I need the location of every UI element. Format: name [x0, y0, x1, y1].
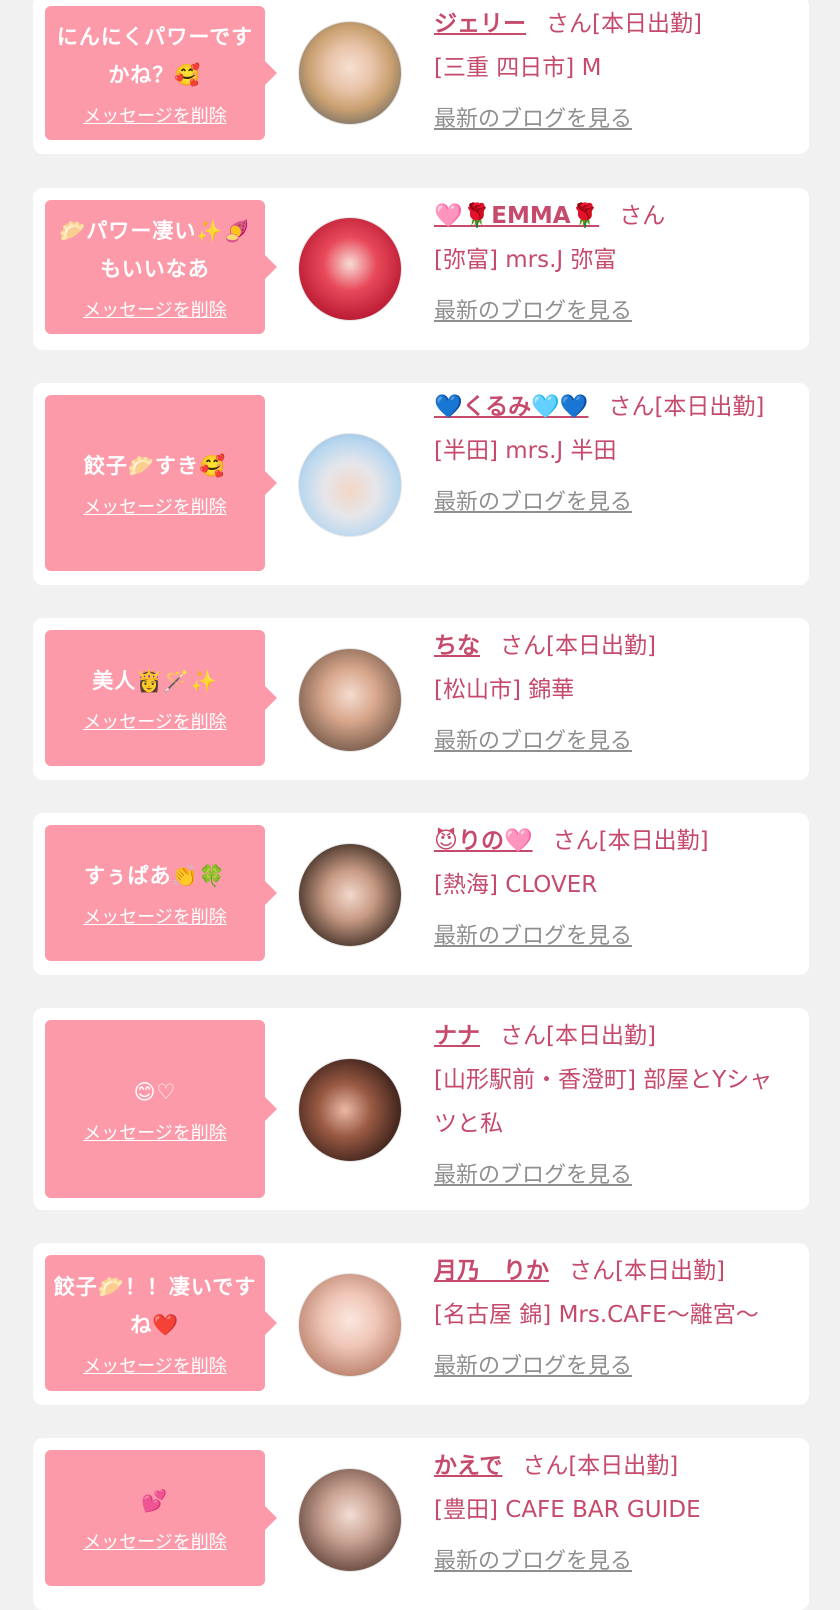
message-card: 🥟パワー凄い✨🍠もいいなあ メッセージを削除 🩷🌹EMMA🌹 さん [弥富] mr…	[33, 188, 809, 350]
profile-info: 🩷🌹EMMA🌹 さん [弥富] mrs.J 弥富 最新のブログを見る	[434, 194, 784, 334]
attendance-status: さん[本日出勤]	[500, 1023, 656, 1049]
girl-name-link[interactable]: 💙くるみ🩵💙	[434, 394, 588, 420]
attendance-status: さん[本日出勤]	[500, 633, 656, 659]
message-text: 🥟パワー凄い✨🍠もいいなあ	[59, 219, 251, 281]
message-card: 美人👸🪄✨ メッセージを削除 ちな さん[本日出勤] [松山市] 錦華 最新のブロ…	[33, 618, 809, 780]
message-bubble: 😊♡ メッセージを削除	[45, 1020, 277, 1198]
message-bubble: にんにくパワーですかね？🥰 メッセージを削除	[45, 6, 277, 140]
delete-message-link[interactable]: メッセージを削除	[83, 493, 227, 519]
girl-name-link[interactable]: ちな	[434, 633, 480, 659]
message-text: 餃子🥟すき🥰	[83, 454, 227, 478]
avatar[interactable]	[298, 217, 402, 321]
latest-blog-link[interactable]: 最新のブログを見る	[434, 1154, 784, 1198]
message-bubble: 💕 メッセージを削除	[45, 1450, 277, 1586]
message-card: 餃子🥟！！凄いですね❤️ メッセージを削除 月乃 りか さん[本日出勤] [名古屋…	[33, 1243, 809, 1405]
message-text: にんにくパワーですかね？🥰	[56, 25, 254, 87]
message-card: 餃子🥟すき🥰 メッセージを削除 💙くるみ🩵💙 さん[本日出勤] [半田] mrs.…	[33, 383, 809, 585]
girl-name-link[interactable]: 🩷🌹EMMA🌹	[434, 203, 599, 229]
profile-info: 月乃 りか さん[本日出勤] [名古屋 錦] Mrs.CAFE〜離宮〜 最新のブロ…	[434, 1249, 784, 1389]
delete-message-link[interactable]: メッセージを削除	[83, 1119, 227, 1145]
girl-name-link[interactable]: かえで	[434, 1453, 502, 1479]
message-bubble: 美人👸🪄✨ メッセージを削除	[45, 630, 277, 766]
avatar[interactable]	[298, 21, 402, 125]
message-bubble: 🥟パワー凄い✨🍠もいいなあ メッセージを削除	[45, 200, 277, 334]
message-bubble: すぅぱあ👏🍀 メッセージを削除	[45, 825, 277, 961]
message-text: 💕	[141, 1489, 169, 1513]
avatar[interactable]	[298, 1273, 402, 1377]
profile-info: ナナ さん[本日出勤] [山形駅前・香澄町] 部屋とYシャツと私 最新のブログを見…	[434, 1014, 784, 1198]
shop-location: [豊田] CAFE BAR GUIDE	[434, 1497, 701, 1523]
avatar[interactable]	[298, 1058, 402, 1162]
shop-location: [三重 四日市] M	[434, 55, 602, 81]
attendance-status: さん	[619, 203, 666, 229]
message-text: 美人👸🪄✨	[92, 669, 218, 693]
message-card: 😊♡ メッセージを削除 ナナ さん[本日出勤] [山形駅前・香澄町] 部屋とYシャ…	[33, 1008, 809, 1210]
message-text: 😊♡	[133, 1080, 177, 1104]
girl-name-link[interactable]: 😈りの🩷	[434, 828, 533, 854]
shop-location: [名古屋 錦] Mrs.CAFE〜離宮〜	[434, 1302, 759, 1328]
shop-location: [山形駅前・香澄町] 部屋とYシャツと私	[434, 1067, 773, 1137]
delete-message-link[interactable]: メッセージを削除	[83, 102, 227, 128]
avatar[interactable]	[298, 843, 402, 947]
latest-blog-link[interactable]: 最新のブログを見る	[434, 720, 784, 764]
attendance-status: さん[本日出勤]	[569, 1258, 725, 1284]
delete-message-link[interactable]: メッセージを削除	[83, 1528, 227, 1554]
shop-location: [熱海] CLOVER	[434, 872, 598, 898]
shop-location: [松山市] 錦華	[434, 677, 575, 703]
message-bubble: 餃子🥟すき🥰 メッセージを削除	[45, 395, 277, 571]
delete-message-link[interactable]: メッセージを削除	[83, 903, 227, 929]
avatar[interactable]	[298, 648, 402, 752]
profile-info: ちな さん[本日出勤] [松山市] 錦華 最新のブログを見る	[434, 624, 784, 764]
girl-name-link[interactable]: 月乃 りか	[434, 1258, 549, 1284]
profile-info: ジェリー さん[本日出勤] [三重 四日市] M 最新のブログを見る	[434, 2, 784, 142]
profile-info: 😈りの🩷 さん[本日出勤] [熱海] CLOVER 最新のブログを見る	[434, 819, 784, 959]
girl-name-link[interactable]: ナナ	[434, 1023, 480, 1049]
profile-info: かえで さん[本日出勤] [豊田] CAFE BAR GUIDE 最新のブログを見…	[434, 1444, 784, 1584]
latest-blog-link[interactable]: 最新のブログを見る	[434, 915, 784, 959]
message-text: すぅぱあ👏🍀	[84, 864, 226, 888]
profile-info: 💙くるみ🩵💙 さん[本日出勤] [半田] mrs.J 半田 最新のブログを見る	[434, 385, 784, 525]
shop-location: [弥富] mrs.J 弥富	[434, 247, 617, 273]
message-card: すぅぱあ👏🍀 メッセージを削除 😈りの🩷 さん[本日出勤] [熱海] CLOVER…	[33, 813, 809, 975]
delete-message-link[interactable]: メッセージを削除	[83, 708, 227, 734]
message-card: にんにくパワーですかね？🥰 メッセージを削除 ジェリー さん[本日出勤] [三重 …	[33, 0, 809, 154]
attendance-status: さん[本日出勤]	[522, 1453, 679, 1479]
delete-message-link[interactable]: メッセージを削除	[83, 1352, 227, 1378]
latest-blog-link[interactable]: 最新のブログを見る	[434, 98, 784, 142]
latest-blog-link[interactable]: 最新のブログを見る	[434, 1540, 784, 1584]
latest-blog-link[interactable]: 最新のブログを見る	[434, 481, 784, 525]
girl-name-link[interactable]: ジェリー	[434, 11, 526, 37]
message-card: 💕 メッセージを削除 かえで さん[本日出勤] [豊田] CAFE BAR GUI…	[33, 1438, 809, 1610]
message-bubble: 餃子🥟！！凄いですね❤️ メッセージを削除	[45, 1255, 277, 1391]
message-text: 餃子🥟！！凄いですね❤️	[53, 1275, 257, 1337]
attendance-status: さん[本日出勤]	[608, 394, 765, 420]
latest-blog-link[interactable]: 最新のブログを見る	[434, 1345, 784, 1389]
avatar[interactable]	[298, 1468, 402, 1572]
shop-location: [半田] mrs.J 半田	[434, 438, 617, 464]
avatar[interactable]	[298, 433, 402, 537]
delete-message-link[interactable]: メッセージを削除	[83, 296, 227, 322]
attendance-status: さん[本日出勤]	[552, 828, 709, 854]
attendance-status: さん[本日出勤]	[546, 11, 702, 37]
latest-blog-link[interactable]: 最新のブログを見る	[434, 290, 784, 334]
